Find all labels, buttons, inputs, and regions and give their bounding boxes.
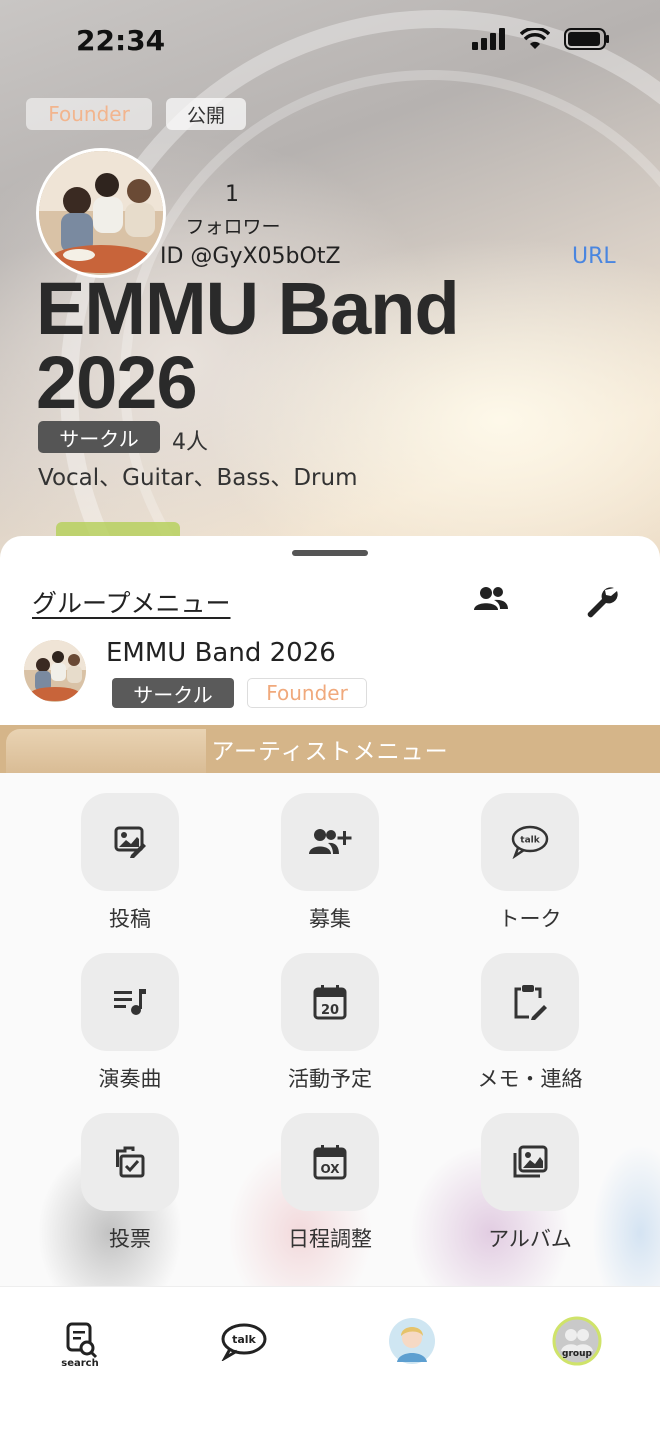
group-icon: group <box>552 1316 602 1366</box>
group-id: ID @GyX05bOtZ <box>160 244 341 269</box>
role-badge: Founder <box>247 678 367 708</box>
menu-item-memo-box[interactable] <box>481 953 579 1051</box>
group-name: EMMU Band 2026 <box>106 638 336 668</box>
menu-item-date-adjust[interactable]: OX 日程調整 <box>255 1113 405 1253</box>
menu-item-vote-label: 投票 <box>109 1227 151 1251</box>
tab-profile[interactable] <box>382 1311 442 1371</box>
menu-item-recruit[interactable]: 募集 <box>255 793 405 933</box>
menu-item-post[interactable]: 投稿 <box>55 793 205 933</box>
music-list-icon <box>114 989 146 1015</box>
svg-text:OX: OX <box>320 1162 340 1176</box>
parts-list: Vocal、Guitar、Bass、Drum <box>38 465 358 491</box>
menu-item-schedule-label: 活動予定 <box>288 1067 372 1091</box>
artist-menu-header: アーティストメニュー <box>0 725 660 773</box>
menu-item-songs[interactable]: 演奏曲 <box>55 953 205 1093</box>
menu-item-schedule-box[interactable]: 20 <box>281 953 379 1051</box>
group-menu-title: グループメニュー <box>32 589 231 618</box>
signal-icon <box>472 28 505 50</box>
clipboard-edit-icon <box>514 985 547 1020</box>
followers-count[interactable]: 1 <box>200 182 264 207</box>
talk-bubble-icon: talk <box>221 1323 267 1361</box>
group-photo <box>39 151 163 275</box>
post-image-edit-icon <box>114 826 146 858</box>
menu-item-songs-box[interactable] <box>81 953 179 1051</box>
members-icon[interactable] <box>474 586 508 612</box>
tab-group[interactable]: group <box>547 1311 607 1371</box>
profile-avatar <box>389 1318 435 1364</box>
menu-item-vote[interactable]: 投票 <box>55 1113 205 1253</box>
followers-label[interactable]: フォロワー <box>178 212 288 239</box>
menu-item-date-adjust-box[interactable]: OX <box>281 1113 379 1211</box>
menu-item-talk-box[interactable]: talk <box>481 793 579 891</box>
svg-text:20: 20 <box>321 1003 339 1018</box>
sheet-drag-handle[interactable] <box>292 550 368 556</box>
menu-item-schedule[interactable]: 20 活動予定 <box>255 953 405 1093</box>
menu-item-album-label: アルバム <box>488 1227 572 1251</box>
tab-group-label: group <box>562 1349 592 1359</box>
public-badge: 公開 <box>166 98 246 130</box>
category-badge: サークル <box>38 421 160 453</box>
menu-item-memo[interactable]: メモ・連絡 <box>455 953 605 1093</box>
status-time: 22:34 <box>76 24 166 57</box>
calendar-20-icon: 20 <box>313 985 347 1020</box>
founder-badge: Founder <box>26 98 152 130</box>
recruit-add-user-icon <box>309 829 352 854</box>
wrench-settings-icon[interactable] <box>584 584 618 618</box>
group-photo-small <box>24 640 86 702</box>
battery-icon <box>564 28 609 50</box>
group-title: EMMU Band 2026 <box>36 267 460 424</box>
group-menu-sheet: グループメニュー EMMU Band 2026 サークル Founder アーテ… <box>0 536 660 1286</box>
bottom-tab-bar: search talk group <box>0 1286 660 1429</box>
menu-item-post-label: 投稿 <box>109 907 151 931</box>
artist-menu-grid: 投稿 募集 talk トーク 演奏曲 20 活動予定 メモ・連絡 投票 OX 日… <box>0 773 660 1286</box>
menu-item-recruit-box[interactable] <box>281 793 379 891</box>
menu-item-date-adjust-label: 日程調整 <box>288 1227 372 1251</box>
menu-item-talk-label: トーク <box>498 907 562 931</box>
group-avatar-small <box>24 640 86 702</box>
menu-item-songs-label: 演奏曲 <box>98 1067 162 1091</box>
group-header-background: 22:34 Founder 公開 1 フォロワー ID @GyX05bOtZ U… <box>0 0 660 620</box>
category-badge-small: サークル <box>112 678 234 708</box>
status-icons <box>472 28 610 50</box>
menu-item-post-box[interactable] <box>81 793 179 891</box>
artist-menu-title: アーティストメニュー <box>211 739 449 765</box>
menu-item-recruit-label: 募集 <box>309 907 351 931</box>
tab-talk[interactable]: talk <box>213 1311 273 1371</box>
tab-search[interactable]: search <box>50 1311 110 1371</box>
schedule-ox-icon: OX <box>313 1145 347 1180</box>
tab-search-label: search <box>61 1358 99 1369</box>
group-avatar[interactable] <box>36 148 166 278</box>
menu-item-album-box[interactable] <box>481 1113 579 1211</box>
search-document-icon <box>66 1322 98 1359</box>
wifi-icon <box>520 28 550 49</box>
member-count: 4人 <box>172 430 208 455</box>
url-link[interactable]: URL <box>572 244 616 269</box>
menu-item-vote-box[interactable] <box>81 1113 179 1211</box>
talk-bubble-icon: talk <box>511 825 549 859</box>
svg-text:talk: talk <box>520 836 540 846</box>
menu-item-talk[interactable]: talk トーク <box>455 793 605 933</box>
vote-checklist-icon <box>116 1146 145 1178</box>
status-bar: 22:34 <box>0 0 660 80</box>
menu-item-memo-label: メモ・連絡 <box>477 1067 583 1091</box>
tab-talk-label: talk <box>232 1333 256 1346</box>
album-photos-icon <box>513 1145 548 1178</box>
menu-item-album[interactable]: アルバム <box>455 1113 605 1253</box>
